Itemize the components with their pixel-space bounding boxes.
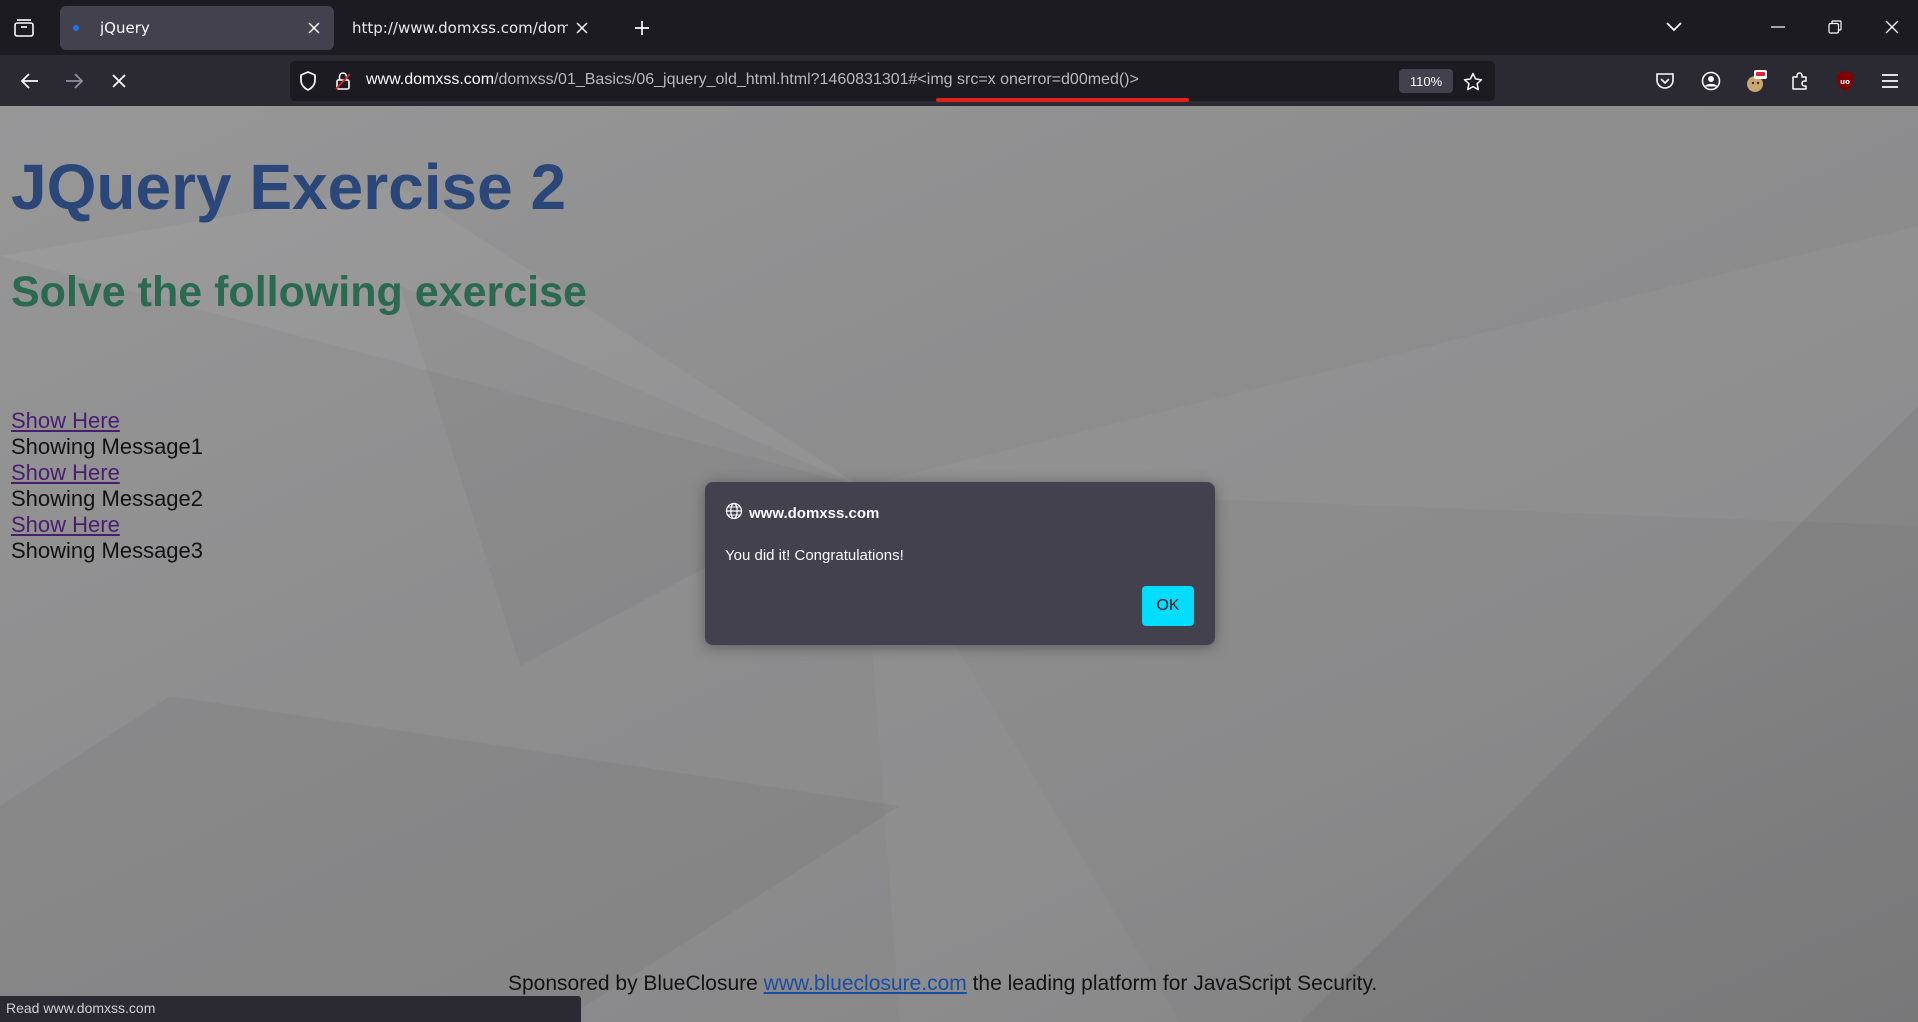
restore-icon[interactable] <box>1820 12 1850 42</box>
bookmark-star-icon[interactable] <box>1460 69 1486 95</box>
dialog-origin: www.domxss.com <box>725 502 879 524</box>
loading-favicon-icon <box>73 25 79 31</box>
tab-domxss[interactable]: http://www.domxss.com/domxss/0 <box>340 6 602 50</box>
url-path: /domxss/01_Basics/06_jquery_old_html.htm… <box>494 71 909 88</box>
extension-badge-icon[interactable] <box>1740 65 1772 97</box>
show-here-link[interactable]: Show Here <box>11 460 203 486</box>
show-here-link[interactable]: Show Here <box>11 512 203 538</box>
url-fragment: #<img src=x onerror=d00med()> <box>908 71 1139 88</box>
status-bar: Read www.domxss.com <box>0 996 581 1022</box>
address-bar[interactable]: www.domxss.com/domxss/01_Basics/06_jquer… <box>290 61 1495 101</box>
tracking-protection-shield-icon[interactable] <box>298 71 318 91</box>
globe-icon <box>725 502 743 524</box>
messages-list: Show Here Showing Message1 Show Here Sho… <box>11 408 203 564</box>
back-arrow-icon[interactable] <box>14 65 46 97</box>
url-text[interactable]: www.domxss.com/domxss/01_Basics/06_jquer… <box>366 71 1139 89</box>
message-text: Showing Message2 <box>11 486 204 511</box>
sponsor-suffix: the leading platform for JavaScript Secu… <box>966 972 1378 995</box>
url-fragment-highlight <box>936 98 1189 102</box>
extensions-puzzle-icon[interactable] <box>1784 65 1816 97</box>
message-text: Showing Message3 <box>11 538 204 563</box>
close-window-icon[interactable] <box>1877 12 1907 42</box>
tab-title: http://www.domxss.com/domxss/0 <box>352 19 568 37</box>
tab-list-icon[interactable] <box>10 14 38 42</box>
page-title: JQuery Exercise 2 <box>11 151 567 223</box>
app-menu-icon[interactable] <box>1874 65 1906 97</box>
minimize-icon[interactable] <box>1763 12 1793 42</box>
close-tab-icon[interactable] <box>300 14 328 42</box>
ok-button[interactable]: OK <box>1142 586 1194 626</box>
sponsor-footer: Sponsored by BlueClosure www.blueclosure… <box>508 972 1377 996</box>
page-subtitle: Solve the following exercise <box>11 268 587 316</box>
show-here-link[interactable]: Show Here <box>11 408 203 434</box>
pocket-icon[interactable] <box>1649 65 1681 97</box>
zoom-level-button[interactable]: 110% <box>1399 69 1453 93</box>
svg-text:uo: uo <box>1840 78 1850 86</box>
forward-arrow-icon[interactable] <box>58 65 90 97</box>
new-tab-icon[interactable] <box>628 14 656 42</box>
sponsor-link[interactable]: www.blueclosure.com <box>764 972 967 995</box>
url-host: www.domxss.com <box>366 71 495 88</box>
tab-bar: jQuery http://www.domxss.com/domxss/0 <box>0 0 1918 55</box>
account-icon[interactable] <box>1695 65 1727 97</box>
ublock-origin-icon[interactable]: uo <box>1829 65 1861 97</box>
alert-dialog: www.domxss.com You did it! Congratulatio… <box>705 482 1215 645</box>
sponsor-prefix: Sponsored by BlueClosure <box>508 972 764 995</box>
dialog-message: You did it! Congratulations! <box>725 547 904 564</box>
stop-loading-icon[interactable] <box>103 65 135 97</box>
insecure-lock-icon[interactable] <box>333 71 353 91</box>
message-text: Showing Message1 <box>11 434 204 459</box>
list-all-tabs-icon[interactable] <box>1659 12 1689 42</box>
tab-title: jQuery <box>100 19 150 37</box>
dialog-origin-text: www.domxss.com <box>749 504 880 522</box>
tab-jquery[interactable]: jQuery <box>60 6 334 50</box>
close-tab-icon[interactable] <box>568 14 596 42</box>
